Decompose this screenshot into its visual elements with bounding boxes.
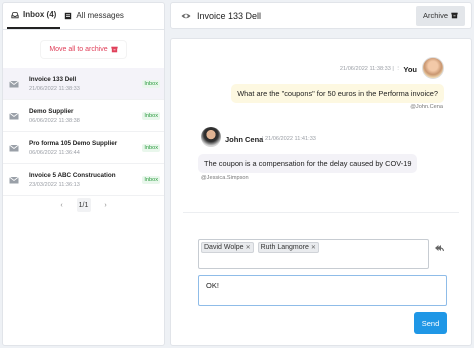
message-author: John Cena (225, 135, 264, 144)
envelope-icon (9, 144, 19, 151)
avatar (422, 57, 444, 79)
list-item-date: 23/03/2022 11:36:13 (29, 181, 80, 188)
list-item[interactable]: Invoice 5 ABC Construcation 23/03/2022 1… (3, 164, 164, 196)
status-badge: Inbox (142, 111, 160, 120)
pagination: ‹ 1/1 › (3, 198, 164, 212)
list-item-date: 06/06/2022 11:38:38 (29, 117, 80, 124)
list-item[interactable]: Invoice 133 Dell 21/06/2022 11:38:33 Inb… (3, 68, 164, 100)
page-title: Invoice 133 Dell (197, 10, 262, 21)
list-item-text: Pro forma 105 Demo Supplier 06/06/2022 1… (29, 140, 142, 156)
message-timestamp: | 21/06/2022 11:41:33 (262, 136, 316, 142)
message-list-panel: Inbox (4) All messages Move all to archi… (2, 2, 165, 346)
tab-inbox-label: Inbox (4) (23, 10, 57, 19)
current-page: 1/1 (76, 198, 91, 212)
list-item-title: Demo Supplier (29, 107, 74, 115)
remove-recipient-icon[interactable]: ✕ (246, 244, 251, 251)
tab-bar: Inbox (4) All messages (3, 3, 164, 30)
conversation-header: Invoice 133 Dell Archive (170, 2, 472, 29)
move-all-wrapper: Move all to archive (3, 30, 164, 68)
messages-icon (65, 12, 72, 19)
reply-message-input[interactable]: OK! (198, 275, 447, 306)
message-author: You (403, 65, 417, 74)
message-bubble: What are the "coupons" for 50 euros in t… (231, 84, 444, 103)
list-item[interactable]: Pro forma 105 Demo Supplier 06/06/2022 1… (3, 132, 164, 164)
status-badge: Inbox (142, 79, 160, 88)
list-item-text: Invoice 133 Dell 21/06/2022 11:38:33 (29, 76, 142, 92)
tab-inbox[interactable]: Inbox (4) (7, 2, 61, 29)
list-item[interactable]: Demo Supplier 06/06/2022 11:38:38 Inbox (3, 100, 164, 132)
status-badge: Inbox (142, 143, 160, 152)
list-item-text: Demo Supplier 06/06/2022 11:38:38 (29, 108, 142, 124)
recipient-chip[interactable]: Ruth Langmore ✕ (257, 242, 319, 253)
envelope-icon (9, 112, 19, 119)
prev-page-button[interactable]: ‹ (55, 198, 69, 212)
list-item-title: Invoice 133 Dell (29, 75, 77, 83)
reply-all-icon[interactable] (434, 243, 444, 253)
send-button[interactable]: Send (414, 312, 447, 334)
list-item-title: Invoice 5 ABC Construcation (29, 171, 116, 179)
conversation-panel: 21/06/2022 11:38:33 | ⋮ You What are the… (170, 38, 472, 346)
next-page-button[interactable]: › (99, 198, 113, 212)
envelope-icon (9, 80, 19, 87)
archive-button[interactable]: Archive (415, 5, 465, 26)
message-timestamp: 21/06/2022 11:38:33 | ⋮ (339, 66, 401, 72)
eye-icon (181, 13, 191, 18)
remove-recipient-icon[interactable]: ✕ (311, 244, 316, 251)
recipient-name: David Wolpe (204, 244, 244, 251)
inbox-icon (11, 11, 19, 18)
move-all-to-archive-button[interactable]: Move all to archive (41, 40, 126, 58)
envelope-icon (9, 176, 19, 183)
tab-all-messages-label: All messages (76, 11, 124, 20)
move-all-label: Move all to archive (49, 45, 108, 53)
archive-box-icon (111, 46, 118, 52)
list-item-text: Invoice 5 ABC Construcation 23/03/2022 1… (29, 172, 142, 188)
avatar (201, 127, 221, 147)
status-badge: Inbox (142, 175, 160, 184)
divider (183, 212, 459, 213)
message-bubble: The coupon is a compensation for the del… (198, 154, 418, 173)
recipient-name: Ruth Langmore (260, 244, 309, 251)
tab-all-messages[interactable]: All messages (60, 2, 128, 29)
list-item-date: 06/06/2022 11:36:44 (29, 149, 80, 156)
message-mention: @John.Cena (410, 104, 443, 110)
archive-label: Archive (422, 11, 448, 20)
message-mention: @Jessica.Simpson (201, 175, 249, 181)
archive-box-icon (451, 12, 458, 19)
list-item-date: 21/06/2022 11:38:33 (29, 85, 80, 92)
message-list: Invoice 133 Dell 21/06/2022 11:38:33 Inb… (3, 68, 164, 196)
recipients-field[interactable]: David Wolpe ✕ Ruth Langmore ✕ (198, 239, 429, 269)
recipient-chip[interactable]: David Wolpe ✕ (201, 242, 254, 253)
list-item-title: Pro forma 105 Demo Supplier (29, 139, 118, 147)
